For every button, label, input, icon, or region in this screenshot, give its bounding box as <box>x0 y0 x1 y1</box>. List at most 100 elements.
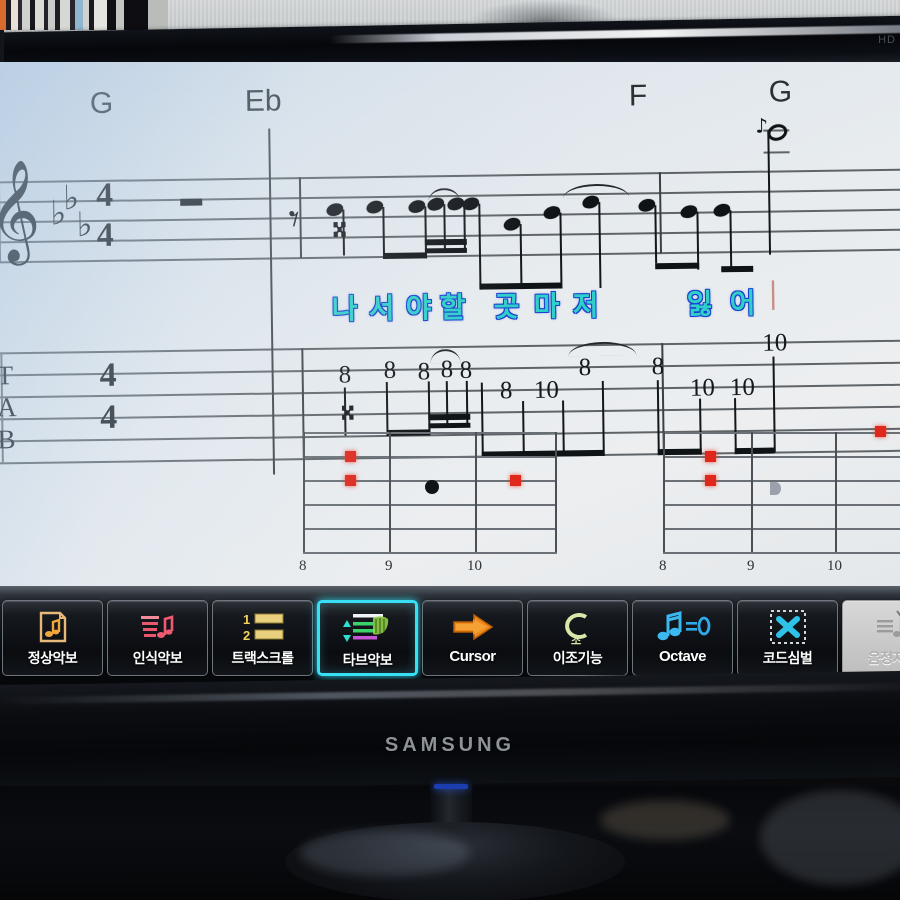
svg-text:1: 1 <box>243 612 250 627</box>
note-stem <box>696 211 700 270</box>
fret-marker-red <box>705 475 716 486</box>
chord-name: F <box>628 79 648 113</box>
note-stem <box>382 206 386 259</box>
tab-number: 8 <box>578 354 592 382</box>
time-signature-denominator: 4 <box>96 216 114 254</box>
tab-stem <box>656 380 660 456</box>
track-scroll-icon: 1 2 <box>241 608 285 646</box>
fret-marker-red <box>875 426 886 437</box>
tab-stem <box>562 400 565 457</box>
monitor-screen: 𝄞 ⎯ ♭ ♭ ♭ 4 4 T A B 4 4 𝄾 𝄪 <box>0 62 900 586</box>
recognized-score-button[interactable]: 인식악보 <box>107 600 208 676</box>
note-stem <box>767 130 772 255</box>
tab-number: 10 <box>689 374 716 402</box>
tab-letter-a: A <box>0 392 17 423</box>
tab-number: 10 <box>533 376 560 404</box>
lyric-syllable: 잃 <box>686 287 713 321</box>
recognized-score-icon <box>139 608 177 646</box>
button-label: 이조기능 <box>552 651 603 667</box>
chord-symbol-button[interactable]: 코드심벌 <box>737 600 838 676</box>
tab-eighth-flag-icon: 𝄪 <box>340 384 355 429</box>
toolbar-top-edge <box>0 586 900 596</box>
treble-staff <box>0 62 900 264</box>
track-scroll-button[interactable]: 1 2 트랙스크롤 <box>212 600 313 676</box>
fret-marker-gray <box>770 482 781 495</box>
transpose-button[interactable]: 조 이조기능 <box>527 600 628 676</box>
whole-rest-icon <box>180 198 203 206</box>
chord-name: G <box>768 75 793 109</box>
lyric-syllable: 서 <box>368 291 395 326</box>
tab-number: 10 <box>762 329 788 357</box>
time-signature-numerator: 4 <box>95 176 114 214</box>
fret-number: 9 <box>385 558 393 574</box>
button-label: Octave <box>658 648 707 665</box>
button-label: 인식악보 <box>132 651 183 667</box>
note-stem <box>559 212 563 289</box>
lyric-syllable: 할 <box>439 290 466 325</box>
octave-note-icon <box>655 608 711 646</box>
lyric-syllable: 야 <box>405 291 432 325</box>
beam <box>721 265 754 273</box>
lyric-continuation-mark: ∣ <box>765 276 781 312</box>
button-label: 음정지정 <box>867 651 900 667</box>
fretboard-left[interactable]: 8 9 10 <box>299 432 557 574</box>
button-label: 트랙스크롤 <box>231 651 294 667</box>
note-stem <box>654 205 658 264</box>
tab-slur <box>430 348 461 364</box>
base-reflection-right <box>600 800 730 840</box>
fret-marker-black <box>425 480 439 494</box>
tab-number: 8 <box>383 356 397 384</box>
pitch-set-button[interactable]: 음정지정 <box>842 600 900 676</box>
arrow-right-icon <box>450 608 496 646</box>
lyric-syllable: 곳 <box>493 290 520 324</box>
fret-number: 10 <box>827 558 842 574</box>
pitch-set-icon <box>873 608 900 646</box>
tab-time-numerator: 4 <box>99 356 117 394</box>
fret-marker-red <box>705 451 716 462</box>
music-sheet-icon <box>36 608 70 646</box>
fret-number: 9 <box>747 558 755 574</box>
tab-letter-b: B <box>0 424 16 455</box>
tab-beam <box>428 422 471 428</box>
note-stem <box>598 201 602 288</box>
lyric-syllable: 마 <box>533 289 560 323</box>
tab-staff <box>0 62 900 465</box>
tab-number: 8 <box>651 353 665 381</box>
eighth-flag-icon: 𝄪 <box>332 200 348 247</box>
lyric-syllable: 나 <box>331 292 358 326</box>
fret-number: 10 <box>467 558 482 574</box>
tab-number: 8 <box>499 377 513 405</box>
fret-number: 8 <box>659 558 667 574</box>
barline-1 <box>268 128 276 475</box>
beam <box>382 252 428 259</box>
lyric-syllable: 어 <box>729 286 756 321</box>
svg-text:조: 조 <box>571 634 581 645</box>
power-indicator-led <box>434 784 468 789</box>
tab-score-icon <box>342 610 393 648</box>
transpose-c-icon: 조 <box>558 608 598 646</box>
grace-mark-icon: ♪ <box>755 113 769 138</box>
samsung-logo: SAMSUNG <box>384 734 516 756</box>
screenshot-root: HD 𝄞 ♭ ♭ ♭ 4 4 T A B 4 4 𝄾 𝄪 ♪ G Eb F G … <box>0 0 900 900</box>
note-stem <box>478 203 482 290</box>
svg-text:2: 2 <box>243 628 250 643</box>
fret-number: 8 <box>299 558 307 574</box>
beam <box>424 247 467 253</box>
tie <box>563 183 630 199</box>
eighth-rest-icon: 𝄾 <box>288 194 301 244</box>
button-label: 정상악보 <box>27 651 78 667</box>
toolbar: 정상악보 인식악보 1 2 트랙스크롤 타브악보 Cursor 조 이조기능 O… <box>0 586 900 684</box>
fret-marker-red <box>510 475 521 486</box>
tab-letter-t: T <box>0 360 14 391</box>
treble-clef-icon: 𝄞 <box>0 157 42 262</box>
cursor-button[interactable]: Cursor <box>422 600 523 676</box>
octave-button[interactable]: Octave <box>632 600 733 676</box>
fretboard-right[interactable]: 8 9 10 <box>659 426 900 574</box>
base-reflection-left <box>300 830 470 876</box>
button-label: Cursor <box>449 648 496 665</box>
tab-score-button[interactable]: 타브악보 <box>317 600 418 676</box>
button-label: 코드심벌 <box>762 651 813 667</box>
beam <box>655 262 700 270</box>
normal-score-button[interactable]: 정상악보 <box>2 600 103 676</box>
tab-stem <box>601 380 605 456</box>
